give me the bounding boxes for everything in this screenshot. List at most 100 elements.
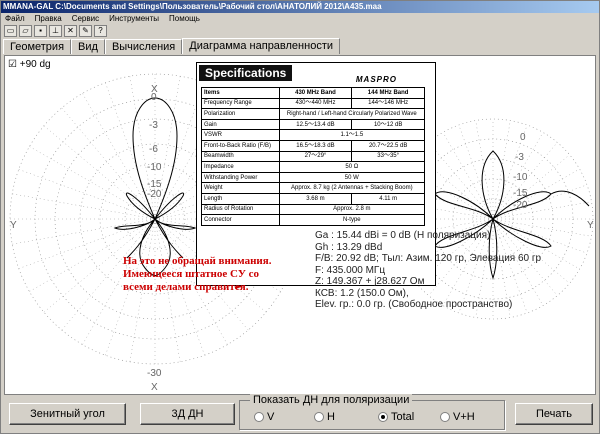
open-folder-icon[interactable]: ▱ [19,25,32,37]
ring-label-minus3: -3 [149,120,158,131]
bottom-panel: Зенитный угол 3Д ДН Показать ДН для поля… [1,394,599,433]
grid-spoke [59,105,156,220]
plus90-checkbox[interactable]: ☑ +90 dg [8,59,51,70]
help-icon[interactable]: ? [94,25,107,37]
tab-bar: Геометрия Вид Вычисления Диаграмма напра… [1,38,599,54]
antenna-icon[interactable]: ⊥ [49,25,62,37]
specs-value-cell: 12.5～13.4 dB [278,118,353,131]
right-ring-label-minus15: -15 [513,188,528,199]
tab-radiation-pattern[interactable]: Диаграмма направленности [182,38,341,54]
ring-label-minus20: -20 [147,189,162,200]
result-freq: F: 435.000 МГц [315,264,386,276]
grid-spoke [492,168,580,220]
radio-h[interactable]: H [314,411,335,423]
app-window: MMANA-GAL C:\Documents and Settings\Поль… [0,0,600,434]
specs-item-cell: Radius of Rotation [201,203,280,216]
ring-label-minus6: -6 [149,144,158,155]
specs-row: Radius of Rotation Approx. 2.8 m [201,203,426,216]
specs-item-cell: Beamwidth [201,150,280,163]
specs-row: Weight Approx. 8.7 kg (2 Antennas + Stack… [201,182,426,194]
right-ring-label-minus3: -3 [515,152,524,163]
radio-vh-circle [440,412,450,422]
radio-vh-label: V+H [453,411,475,423]
new-file-icon[interactable]: ▭ [4,25,17,37]
specs-item-cell: Length [201,192,280,205]
menu-file[interactable]: Файл [5,13,25,24]
grid-spoke [475,120,494,220]
menu-help[interactable]: Помощь [169,13,200,24]
ring-label-minus30: -30 [147,368,162,379]
menu-edit[interactable]: Правка [35,13,62,24]
menu-tools[interactable]: Инструменты [109,13,159,24]
specs-value-cell: Approx. 8.7 kg (2 Antennas + Stacking Bo… [278,182,426,194]
grid-spoke [9,218,156,245]
specs-row: Frequency Range 430～440 MHz 144～146 MHz [201,97,425,110]
radio-h-circle [314,412,324,422]
pencil-icon[interactable]: ✎ [79,25,92,37]
specs-table: Items 430 MHz Band 144 MHz Band Frequency R… [201,87,426,226]
3d-pattern-button[interactable]: 3Д ДН [140,403,235,425]
title-bar: MMANA-GAL C:\Documents and Settings\Поль… [1,1,599,13]
pattern-plot-area: X Y Y X 0 -3 -6 -10 -15 -20 -30 0 -3 -10… [4,55,596,395]
grid-spoke [26,144,156,220]
specs-value-cell: 16.5～18.3 dB [278,139,353,152]
specs-item-cell: Front-to-Back Ratio (F/B) [201,139,280,152]
radio-total[interactable]: Total [378,411,414,423]
menu-service[interactable]: Сервис [72,13,99,24]
grid-spoke [442,132,494,220]
specs-value-cell: 430～440 MHz [278,97,353,110]
specs-value-cell: 144～146 MHz [351,97,425,110]
axis-label-right: Y [587,220,594,231]
specs-item-cell: VSWR [201,129,280,141]
result-swr: КСВ: 1.2 (150.0 Ом), [315,287,409,299]
specs-value-cell: 27～29° [278,150,353,163]
grid-spoke [492,201,592,220]
specs-item-cell: Polarization [201,108,280,120]
axis-label-bottom: X [151,382,158,393]
specs-value-cell: 10～12 dB [351,118,425,131]
radio-v[interactable]: V [254,411,274,423]
specs-row: Front-to-Back Ratio (F/B) 16.5～18.3 dB 20.… [201,139,425,152]
specs-row: Withstanding Power 50 W [201,171,426,184]
right-ring-label-minus10: -10 [513,172,528,183]
result-ga: Ga : 15.44 dBi = 0 dB (H поляризация) [315,230,491,241]
print-button[interactable]: Печать [515,403,593,425]
specs-value-cell: 20.7～22.5 dB [351,139,425,152]
radio-total-label: Total [391,411,415,423]
menu-bar: Файл Правка Сервис Инструменты Помощь [1,13,599,24]
radio-total-circle [378,412,388,422]
specs-item-cell: Weight [201,182,280,194]
red-annotation-text: На это не обращай внимания. Имеющееся шт… [123,255,272,293]
right-ring-label-0: 0 [520,132,526,143]
radio-v-circle [254,412,264,422]
specs-row: Length 3.68 m 4.11 m [201,192,425,205]
ring-label-0: 0 [151,92,157,103]
specs-item-cell: Impedance [201,161,280,173]
grid-spoke [80,90,156,220]
specs-value-cell: Approx. 2.8 m [278,203,426,216]
specs-row: Gain 12.5～13.4 dB 10～12 dB [201,118,425,131]
specs-row: VSWR 1.1～1.5 [201,129,426,141]
save-icon[interactable]: ▪ [34,25,47,37]
specs-header-cell: Items [201,87,280,99]
wrench-icon[interactable]: ✕ [64,25,77,37]
toolbar: ▭ ▱ ▪ ⊥ ✕ ✎ ? [1,24,599,38]
radio-vh[interactable]: V+H [440,411,475,423]
tab-view[interactable]: Вид [71,39,105,54]
specs-row: Connector N-type [201,214,426,226]
specs-value-cell: 33～35° [351,150,425,163]
result-elevation: Elev. гр.: 0.0 гр. (Свободное пространст… [315,299,513,310]
tab-geometry[interactable]: Геометрия [3,39,72,54]
zenith-angle-button[interactable]: Зенитный угол [9,403,126,425]
radio-h-label: H [327,411,335,423]
axis-label-left: Y [10,220,17,231]
specs-row: Impedance 50 Ω [201,161,426,173]
polarization-group: Показать ДН для поляризации V H Total V+… [239,394,505,430]
result-fb: F/B: 20.92 dB; Тыл: Азим. 120 гр, Элевац… [315,253,542,264]
tab-calculations[interactable]: Вычисления [104,39,183,54]
specs-row: Polarization Right-hand / Left-hand Circu… [201,108,426,120]
specs-value-cell: N-type [278,214,426,226]
grid-spoke [492,120,511,220]
specs-item-cell: Connector [201,214,280,226]
results-panel: Ga : 15.44 dBi = 0 dB (H поляризация) Gh… [315,230,541,311]
